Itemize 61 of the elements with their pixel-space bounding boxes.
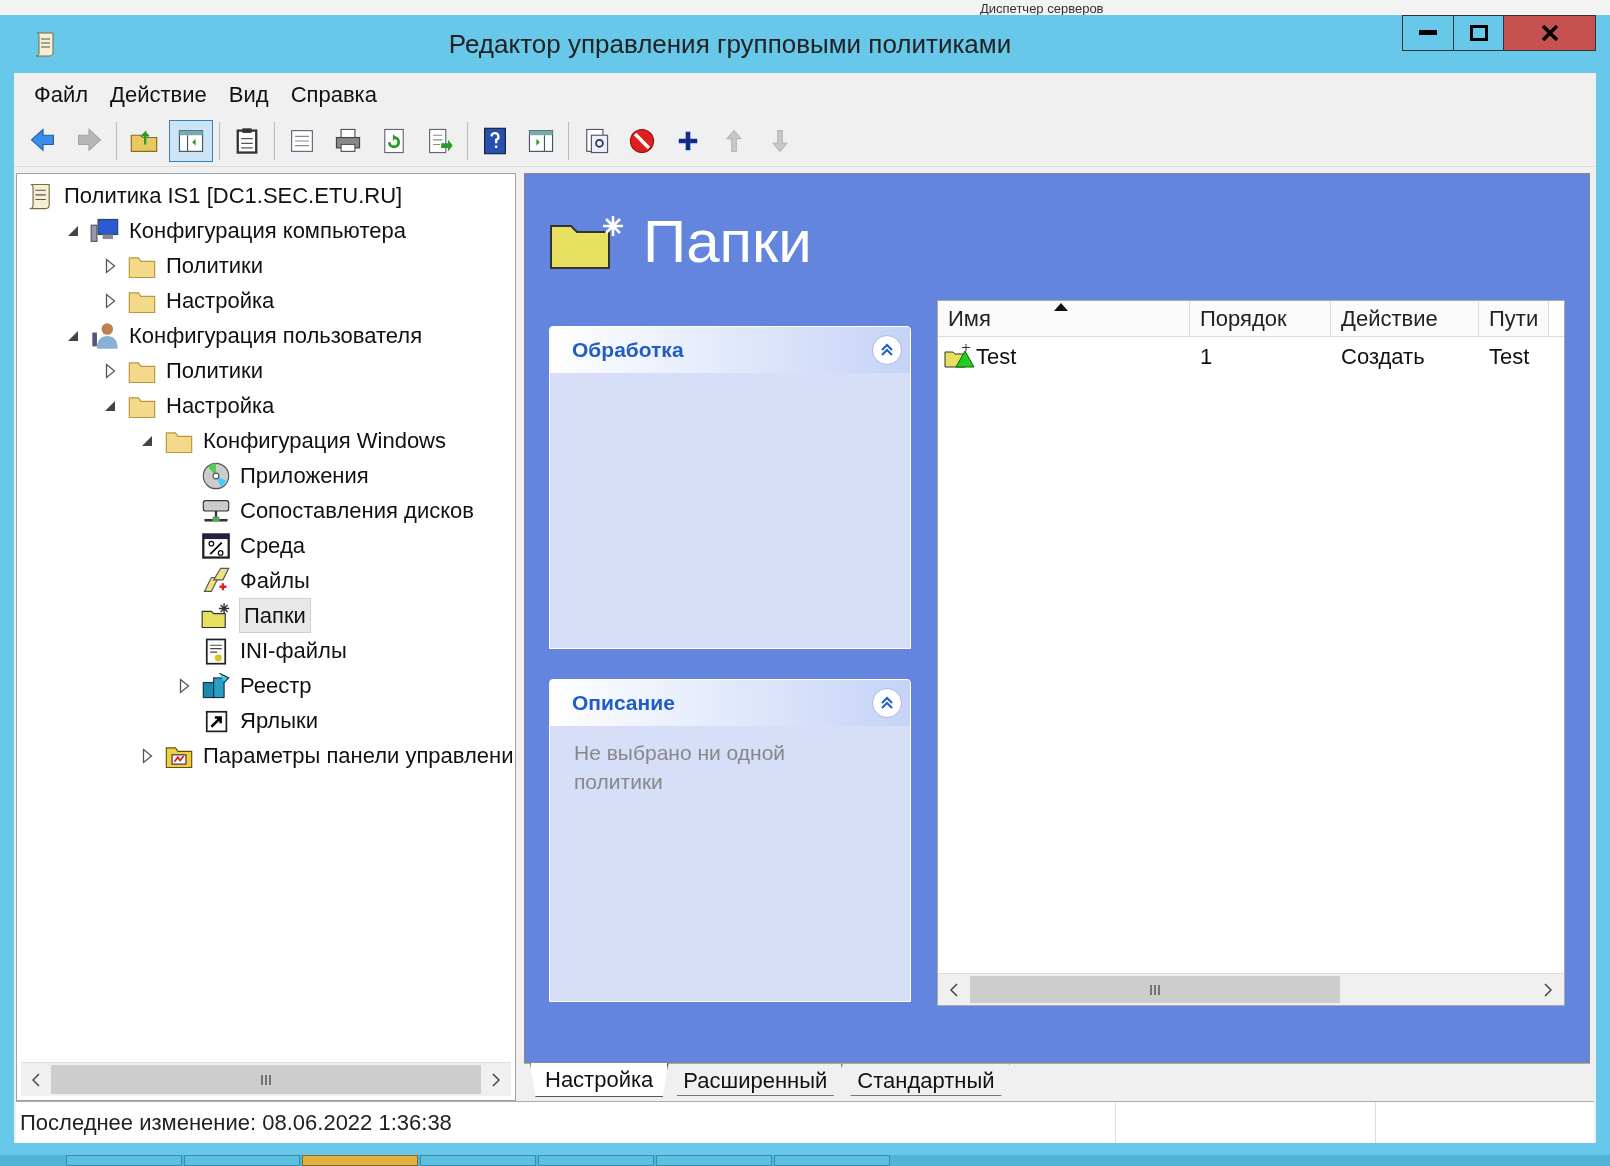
column-header[interactable]: Порядок [1190,301,1331,336]
percent-window-icon [201,530,231,561]
taskbar-button[interactable] [302,1155,418,1166]
user-icon [90,320,120,351]
table-cell-text: Создать [1341,342,1425,371]
maximize-button[interactable] [1454,15,1504,51]
close-icon [1540,25,1559,41]
minimize-icon [1419,30,1437,36]
table-cell-text: 1 [1200,342,1213,371]
tree-item[interactable]: Политики [165,354,264,387]
horizontal-scrollbar[interactable] [21,1062,511,1096]
cubes-icon [201,670,231,701]
close-button[interactable] [1504,15,1596,51]
tree-item[interactable]: Конфигурация пользователя [128,319,424,352]
menu-item[interactable]: Действие [100,77,217,111]
tree-item[interactable]: Настройка [165,284,276,317]
menu-item[interactable]: Справка [280,77,387,111]
window-title: Редактор управления групповыми политиками [448,28,1012,59]
tree-item[interactable]: Политика IS1 [DC1.SEC.ETU.RU] [63,179,404,212]
tree-item[interactable]: Параметры панели управлени [202,739,515,772]
panel-title: Описание [572,690,675,717]
menu-item[interactable]: Вид [218,77,279,111]
table-cell-text: Test [1489,342,1530,371]
panel-title: Обработка [572,337,684,364]
panel-text: Не выбрано ни одной политики [574,740,787,795]
minimize-button[interactable] [1402,15,1454,51]
chevron-up-icon [881,343,893,357]
tree-item[interactable]: Ярлыки [239,704,319,737]
tree-item[interactable]: Реестр [239,669,313,702]
collapse-button[interactable] [872,688,902,718]
tree-item[interactable]: Конфигурация компьютера [128,214,407,247]
tab[interactable]: Стандартный [842,1064,1010,1096]
background-window-title: Диспетчер серверов [980,2,1104,15]
column-header[interactable]: Имя [938,301,1190,336]
new-folder-icon [944,343,976,369]
tree-item[interactable]: Конфигурация Windows [202,424,447,457]
tree-item[interactable]: Настройка [165,389,276,422]
maximize-icon [1469,25,1488,41]
tree-item[interactable]: Сопоставления дисков [239,494,475,527]
tree-item[interactable]: INI-файлы [239,634,348,667]
column-header[interactable]: Пути [1479,301,1549,336]
horizontal-scrollbar[interactable] [938,973,1564,1005]
scrollbar-thumb[interactable] [51,1065,481,1094]
new-folder-icon [201,600,231,631]
tree-item[interactable]: Приложения [239,459,370,492]
tree-item[interactable]: Файлы [239,564,311,597]
scrollbar-thumb[interactable] [970,976,1340,1003]
status-text: Последнее изменение: 08.06.2022 1:36:38 [20,1109,452,1137]
tree-item[interactable]: Среда [239,529,306,562]
pane-icon[interactable] [169,119,213,162]
tab[interactable]: Расширенный [668,1064,843,1096]
tab[interactable]: Настройка [530,1063,669,1097]
disc-icon [201,460,231,491]
table-cell-text: Test [976,342,1017,371]
tree-item[interactable]: Папки [239,598,311,633]
tree-item[interactable]: Политики [165,249,264,282]
details-title: Папки [643,212,812,272]
column-header[interactable]: Действие [1331,301,1479,336]
collapse-button[interactable] [872,335,902,365]
menu-item[interactable]: Файл [24,77,99,111]
chevron-up-icon [881,696,893,710]
